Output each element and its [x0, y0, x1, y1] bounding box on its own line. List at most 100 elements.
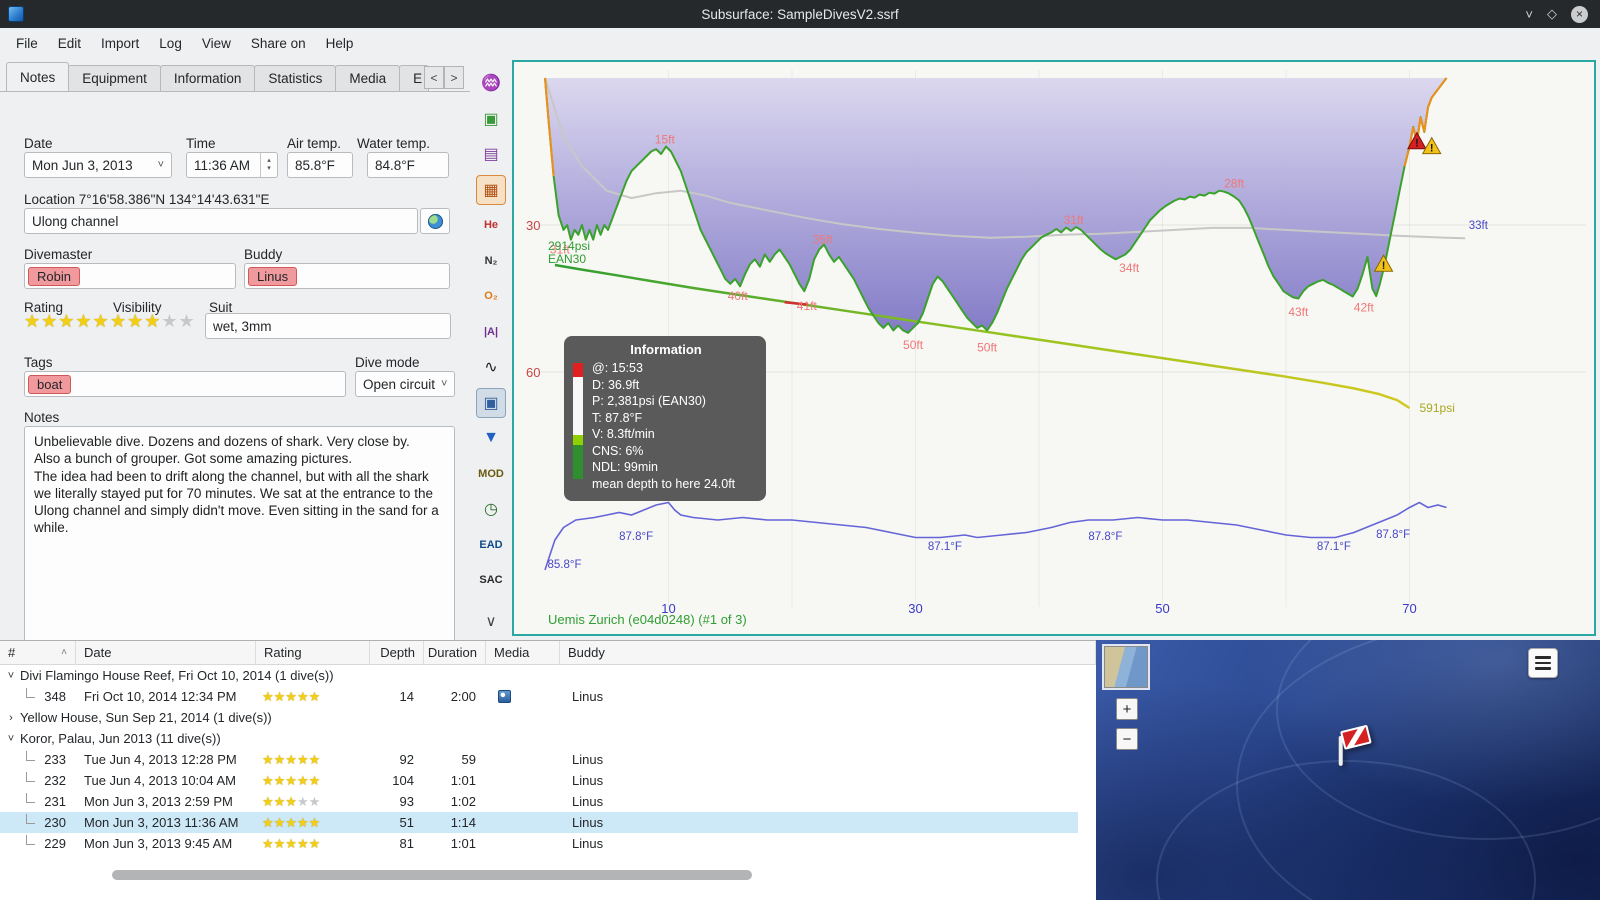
menu-import[interactable]: Import — [91, 31, 149, 56]
trip-row[interactable]: ˅ Koror, Palau, Jun 2013 (11 dive(s)) — [0, 728, 1078, 749]
photos-profile-icon[interactable]: ▣ — [476, 104, 506, 134]
tab-scroll-right-button[interactable]: > — [444, 66, 464, 89]
svg-text:60: 60 — [526, 365, 540, 380]
dc-ceiling-icon[interactable]: ▤ — [476, 139, 506, 169]
tab-equipment[interactable]: Equipment — [68, 65, 161, 91]
svg-text:15ft: 15ft — [655, 132, 676, 146]
column-header-media[interactable]: Media — [486, 640, 560, 665]
heartrate-icon[interactable]: ∿ — [476, 352, 506, 382]
map-panel[interactable]: + − — [1096, 640, 1600, 900]
scrollbar-thumb[interactable] — [112, 870, 752, 880]
watertemp-field[interactable]: 84.8°F — [367, 152, 449, 178]
date-combobox[interactable]: Mon Jun 3, 2013 ˅ — [24, 152, 172, 178]
sac-toggle[interactable]: SAC — [476, 565, 506, 595]
time-spinbox[interactable]: 11:36 AM ▴ ▾ — [186, 152, 278, 178]
minimize-button[interactable]: ˅ — [1525, 7, 1533, 22]
trip-row[interactable]: › Yellow House, Sun Sep 21, 2014 (1 dive(… — [0, 707, 1078, 728]
dive-row[interactable]: 230 Mon Jun 3, 2013 11:36 AM ★★★★★ 51 1:14 Li… — [0, 812, 1078, 833]
dive-row[interactable]: 229 Mon Jun 3, 2013 9:45 AM ★★★★★ 81 1:01 Lin… — [0, 833, 1078, 854]
toolbar-more-chevron-icon[interactable]: ∨ — [486, 612, 497, 630]
zoom-in-button[interactable]: + — [1116, 698, 1138, 720]
dive-row[interactable]: 231 Mon Jun 3, 2013 2:59 PM ★★★★★ 93 1:02 Lin… — [0, 791, 1078, 812]
location-input[interactable]: Ulong channel — [24, 208, 418, 234]
tab-statistics[interactable]: Statistics — [254, 65, 337, 91]
rating-stars[interactable]: ★★★★★ — [24, 311, 110, 332]
suit-input[interactable]: wet, 3mm — [205, 313, 451, 339]
notes-form: Date Time Air temp. Water temp. Mon Jun … — [0, 91, 470, 650]
svg-text:87.8°F: 87.8°F — [1376, 529, 1410, 541]
calculated-ceiling-icon[interactable]: ▦ — [476, 174, 506, 205]
dive-row[interactable]: 232 Tue Jun 4, 2013 10:04 AM ★★★★★ 104 1:01 L… — [0, 770, 1078, 791]
divemaster-input[interactable]: Robin — [24, 263, 236, 289]
svg-text:28ft: 28ft — [1224, 176, 1245, 190]
svg-text:42ft: 42ft — [1354, 300, 1375, 314]
tooltip-line: P: 2,381psi (EAN30) — [592, 394, 706, 409]
mod-toggle[interactable]: MOD — [476, 459, 506, 489]
overview-minimap[interactable] — [1104, 646, 1148, 688]
trip-row[interactable]: ˅ Divi Flamingo House Reef, Fri Oct 10, 2… — [0, 665, 1078, 686]
column-header-buddy[interactable]: Buddy — [560, 640, 1096, 665]
collapse-chevron-icon[interactable]: ˅ — [4, 670, 18, 682]
ruler-icon[interactable]: |A| — [476, 317, 506, 347]
buddy-chip[interactable]: Linus — [248, 266, 298, 286]
he-graph-toggle[interactable]: He — [476, 210, 506, 240]
menu-edit[interactable]: Edit — [48, 31, 91, 56]
buddy-input[interactable]: Linus — [244, 263, 450, 289]
trip-label: Yellow House, Sun Sep 21, 2014 (1 dive(s… — [20, 710, 272, 725]
menu-share-on[interactable]: Share on — [241, 31, 316, 56]
dive-row[interactable]: 233 Tue Jun 4, 2013 12:28 PM ★★★★★ 92 59 Linu… — [0, 749, 1078, 770]
collapse-chevron-icon[interactable]: ˅ — [4, 733, 18, 745]
tag-chip[interactable]: boat — [28, 374, 72, 394]
location-label: Location 7°16'58.386"N 134°14'43.631"E — [24, 192, 270, 207]
dive-row[interactable]: 348 Fri Oct 10, 2014 12:34 PM ★★★★★ 14 2:00 L… — [0, 686, 1078, 707]
notes-textarea[interactable]: Unbelievable dive. Dozens and dozens of … — [24, 426, 455, 650]
ead-toggle[interactable]: EAD — [476, 530, 506, 560]
dive-list: # ˄ Date Rating Depth Duration Media Buddy ˅ Div… — [0, 640, 1096, 900]
airtemp-label: Air temp. — [287, 136, 342, 151]
titlebar[interactable]: Subsurface: SampleDivesV2.ssrf ˅ ◇ × — [0, 0, 1600, 28]
expand-chevron-icon[interactable]: › — [4, 712, 18, 724]
column-header-rating[interactable]: Rating — [256, 640, 370, 665]
tab-scroll-left-button[interactable]: < — [424, 66, 444, 89]
close-button[interactable]: × — [1571, 5, 1588, 23]
globe-icon — [427, 213, 443, 229]
tab-information[interactable]: Information — [159, 65, 256, 91]
media-icon[interactable] — [498, 690, 511, 703]
airtemp-field[interactable]: 85.8°F — [287, 152, 353, 178]
tooltip-line: NDL: 99min — [592, 460, 658, 475]
column-header-date[interactable]: Date — [76, 640, 256, 665]
notes-label: Notes — [24, 410, 60, 425]
horizontal-scrollbar[interactable] — [0, 869, 1096, 881]
drop-icon[interactable]: ▼ — [476, 423, 506, 453]
o2-graph-toggle[interactable]: O₂ — [476, 281, 506, 311]
globe-button[interactable] — [420, 208, 450, 234]
n2-graph-toggle[interactable]: N₂ — [476, 246, 506, 276]
column-header-duration[interactable]: Duration — [424, 640, 486, 665]
menubar: File Edit Import Log View Share on Help — [0, 28, 1600, 58]
divemaster-chip[interactable]: Robin — [28, 266, 80, 286]
svg-text:!: ! — [1382, 260, 1386, 272]
map-menu-button[interactable] — [1528, 648, 1558, 678]
spinner-arrows-icon[interactable]: ▴ ▾ — [260, 153, 277, 177]
visibility-stars[interactable]: ★★★★★ — [110, 311, 196, 332]
svg-text:34ft: 34ft — [1119, 261, 1140, 275]
svg-text:30: 30 — [526, 218, 540, 233]
svg-text:41ft: 41ft — [797, 299, 818, 313]
menu-log[interactable]: Log — [149, 31, 192, 56]
tab-notes[interactable]: Notes — [6, 62, 70, 91]
menu-file[interactable]: File — [6, 31, 48, 56]
zoom-out-button[interactable]: − — [1116, 728, 1138, 750]
column-header-depth[interactable]: Depth — [370, 640, 424, 665]
svg-text:31ft: 31ft — [1064, 213, 1085, 227]
dive-flag-icon — [1340, 724, 1372, 750]
maximize-button[interactable]: ◇ — [1547, 6, 1557, 22]
show-photos-toggle[interactable]: ▣ — [476, 387, 506, 418]
ndl-tts-clock-icon[interactable]: ◷ — [476, 494, 506, 524]
tags-input[interactable]: boat — [24, 371, 346, 397]
menu-view[interactable]: View — [192, 31, 241, 56]
tab-media[interactable]: Media — [335, 65, 401, 91]
diver-icon[interactable]: ♒ — [476, 68, 506, 98]
divemode-select[interactable]: Open circuit ˅ — [355, 371, 455, 397]
column-header-num[interactable]: # ˄ — [0, 640, 76, 665]
menu-help[interactable]: Help — [316, 31, 364, 56]
